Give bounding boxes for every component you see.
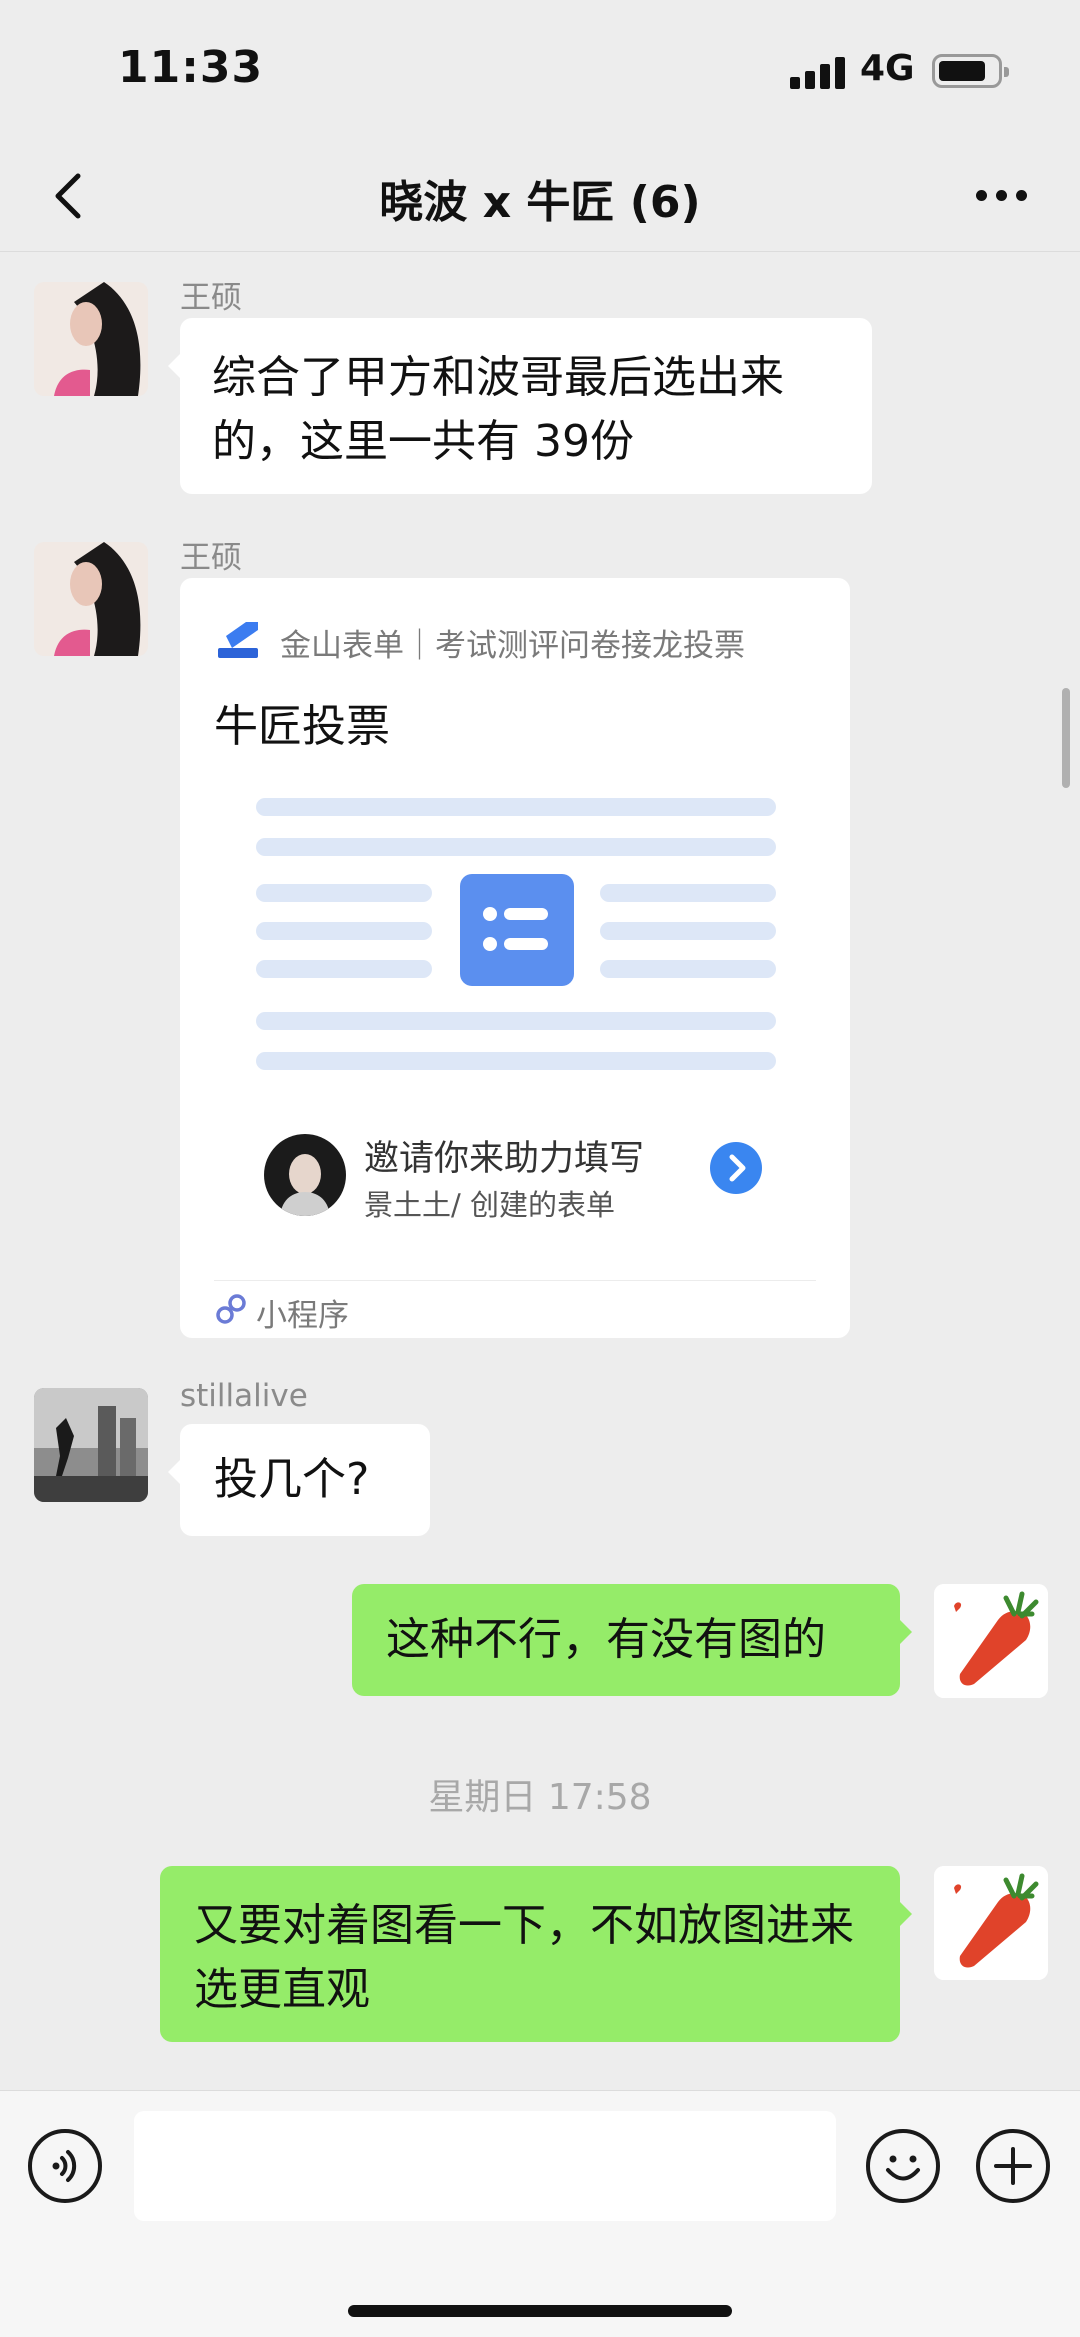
network-type: 4G xyxy=(860,48,915,89)
creator-text: 景土土/ 创建的表单 xyxy=(364,1188,615,1222)
sender-name: 王硕 xyxy=(180,280,242,316)
chevron-right-icon[interactable] xyxy=(710,1142,762,1194)
avatar[interactable] xyxy=(34,542,148,656)
form-illustration xyxy=(256,798,776,1078)
battery-icon xyxy=(932,54,1009,88)
card-title: 牛匠投票 xyxy=(214,701,390,752)
sender-name: 王硕 xyxy=(180,540,242,576)
status-time: 11:33 xyxy=(118,42,264,93)
message-bubble[interactable]: 综合了甲方和波哥最后选出来的，这里一共有 39份 xyxy=(168,318,872,494)
kingsoft-form-icon xyxy=(218,622,258,658)
signal-icon xyxy=(790,55,846,89)
plus-icon[interactable] xyxy=(976,2129,1050,2203)
my-avatar[interactable] xyxy=(934,1866,1048,1980)
my-avatar[interactable] xyxy=(934,1584,1048,1698)
invite-text: 邀请你来助力填写 xyxy=(364,1139,645,1179)
message-bubble-outgoing[interactable]: 这种不行，有没有图的 xyxy=(352,1584,912,1696)
card-source: 金山表单｜考试测评问卷接龙投票 xyxy=(280,628,745,664)
more-dots-icon[interactable] xyxy=(970,170,1034,220)
status-bar: 11:33 4G xyxy=(0,0,1080,140)
mini-program-card[interactable]: 金山表单｜考试测评问卷接龙投票 牛匠投票 邀请你来助力填写 景土土/ 创建的表单 xyxy=(180,578,850,1338)
mini-program-icon xyxy=(214,1292,248,1326)
avatar[interactable] xyxy=(34,1388,148,1502)
back-chevron-icon[interactable] xyxy=(38,164,102,228)
message-timestamp: 星期日 17:58 xyxy=(428,1777,652,1818)
message-input[interactable] xyxy=(134,2111,836,2221)
sender-name: stillalive xyxy=(180,1378,308,1414)
card-footer-label: 小程序 xyxy=(256,1298,349,1334)
chat-header: 晓波 x 牛匠 (6) xyxy=(0,140,1080,252)
chat-title: 晓波 x 牛匠 (6) xyxy=(379,177,701,228)
emoji-icon[interactable] xyxy=(866,2129,940,2203)
message-bubble-outgoing[interactable]: 又要对着图看一下，不如放图进来选更直观 xyxy=(160,1866,912,2042)
home-indicator[interactable] xyxy=(348,2305,732,2317)
avatar[interactable] xyxy=(34,282,148,396)
creator-avatar xyxy=(264,1134,346,1216)
scrollbar[interactable] xyxy=(1062,688,1070,788)
input-bar xyxy=(0,2090,1080,2337)
list-icon xyxy=(460,874,574,986)
divider xyxy=(214,1280,816,1281)
message-bubble[interactable]: 投几个? xyxy=(168,1424,430,1536)
voice-icon[interactable] xyxy=(28,2129,102,2203)
